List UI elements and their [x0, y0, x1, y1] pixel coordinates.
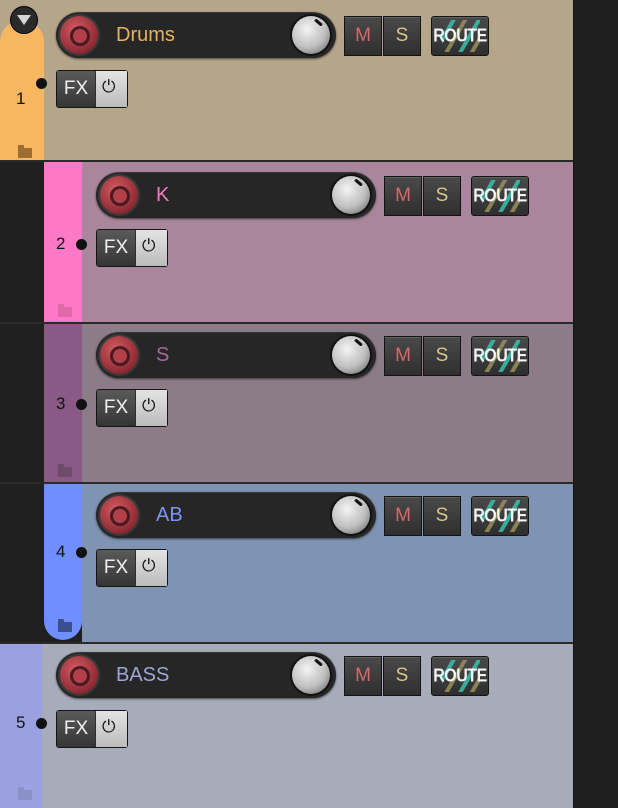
route-label: ROUTE — [473, 506, 527, 527]
volume-knob[interactable] — [292, 656, 330, 694]
volume-knob[interactable] — [332, 336, 370, 374]
folder-icon[interactable] — [18, 145, 32, 158]
track-name[interactable]: Drums — [116, 24, 175, 47]
mute-button[interactable]: M — [384, 336, 422, 376]
power-icon: ⏻ — [142, 236, 156, 255]
route-label: ROUTE — [433, 26, 487, 47]
power-icon: ⏻ — [102, 77, 116, 96]
track-name-bar[interactable]: K — [96, 172, 376, 218]
record-arm-button[interactable] — [60, 16, 98, 54]
record-arm-button[interactable] — [100, 336, 138, 374]
mute-button[interactable]: M — [384, 176, 422, 216]
track-number: 2 — [56, 234, 66, 253]
fx-label: FX — [57, 711, 95, 747]
fx-button[interactable]: FX ⏻ — [96, 389, 168, 427]
solo-button[interactable]: S — [383, 16, 421, 56]
track-name-bar[interactable]: AB — [96, 492, 376, 538]
fx-button[interactable]: FX ⏻ — [96, 229, 168, 267]
power-icon: ⏻ — [142, 396, 156, 415]
track-5[interactable]: 5 BASS M S ROUTE FX ⏻ — [0, 644, 574, 808]
track-2[interactable]: 2 K M S ROUTE FX ⏻ — [0, 162, 574, 322]
power-icon: ⏻ — [142, 556, 156, 575]
fx-bypass-button[interactable]: ⏻ — [136, 550, 167, 586]
solo-button[interactable]: S — [383, 656, 421, 696]
track-panel: 1 Drums M S ROUTE FX ⏻ 2 K M S ROUTE FX … — [0, 0, 618, 808]
track-name[interactable]: S — [156, 344, 169, 367]
solo-button[interactable]: S — [423, 496, 461, 536]
fx-bypass-button[interactable]: ⏻ — [136, 230, 167, 266]
track-name[interactable]: K — [156, 184, 169, 207]
track-name-bar[interactable]: BASS — [56, 652, 336, 698]
folder-icon[interactable] — [18, 787, 32, 800]
mute-button[interactable]: M — [344, 656, 382, 696]
track-name[interactable]: BASS — [116, 664, 169, 687]
track-number: 1 — [16, 89, 26, 108]
volume-knob[interactable] — [292, 16, 330, 54]
record-arm-button[interactable] — [100, 496, 138, 534]
track-handle-dot[interactable] — [76, 239, 87, 250]
route-button[interactable]: ROUTE — [471, 336, 529, 376]
route-label: ROUTE — [473, 346, 527, 367]
track-name[interactable]: AB — [156, 504, 183, 527]
track-handle-dot[interactable] — [76, 399, 87, 410]
track-number: 3 — [56, 394, 66, 413]
volume-knob[interactable] — [332, 176, 370, 214]
fx-label: FX — [97, 230, 135, 266]
route-button[interactable]: ROUTE — [431, 656, 489, 696]
fx-bypass-button[interactable]: ⏻ — [96, 711, 127, 747]
mute-button[interactable]: M — [384, 496, 422, 536]
track-handle-dot[interactable] — [36, 78, 47, 89]
track-1[interactable]: 1 Drums M S ROUTE FX ⏻ — [0, 0, 574, 160]
folder-icon[interactable] — [58, 464, 72, 477]
folder-icon[interactable] — [58, 619, 72, 632]
fx-bypass-button[interactable]: ⏻ — [96, 71, 127, 107]
track-4[interactable]: 4 AB M S ROUTE FX ⏻ — [0, 484, 574, 644]
mute-button[interactable]: M — [344, 16, 382, 56]
power-icon: ⏻ — [102, 717, 116, 736]
route-label: ROUTE — [433, 666, 487, 687]
fx-button[interactable]: FX ⏻ — [56, 710, 128, 748]
route-button[interactable]: ROUTE — [471, 176, 529, 216]
track-handle-dot[interactable] — [36, 718, 47, 729]
record-arm-button[interactable] — [100, 176, 138, 214]
vertical-scrollbar[interactable] — [573, 0, 618, 808]
fx-label: FX — [97, 390, 135, 426]
solo-button[interactable]: S — [423, 336, 461, 376]
track-3[interactable]: 3 S M S ROUTE FX ⏻ — [0, 324, 574, 484]
fx-button[interactable]: FX ⏻ — [56, 70, 128, 108]
track-color-strip[interactable] — [44, 484, 82, 640]
folder-icon[interactable] — [58, 304, 72, 317]
track-number: 5 — [16, 713, 26, 732]
fx-label: FX — [57, 71, 95, 107]
collapse-chevron-icon[interactable] — [10, 6, 38, 34]
fx-bypass-button[interactable]: ⏻ — [136, 390, 167, 426]
volume-knob[interactable] — [332, 496, 370, 534]
track-name-bar[interactable]: Drums — [56, 12, 336, 58]
route-button[interactable]: ROUTE — [471, 496, 529, 536]
fx-button[interactable]: FX ⏻ — [96, 549, 168, 587]
solo-button[interactable]: S — [423, 176, 461, 216]
track-handle-dot[interactable] — [76, 547, 87, 558]
route-label: ROUTE — [473, 186, 527, 207]
record-arm-button[interactable] — [60, 656, 98, 694]
track-number: 4 — [56, 542, 66, 561]
fx-label: FX — [97, 550, 135, 586]
route-button[interactable]: ROUTE — [431, 16, 489, 56]
track-name-bar[interactable]: S — [96, 332, 376, 378]
